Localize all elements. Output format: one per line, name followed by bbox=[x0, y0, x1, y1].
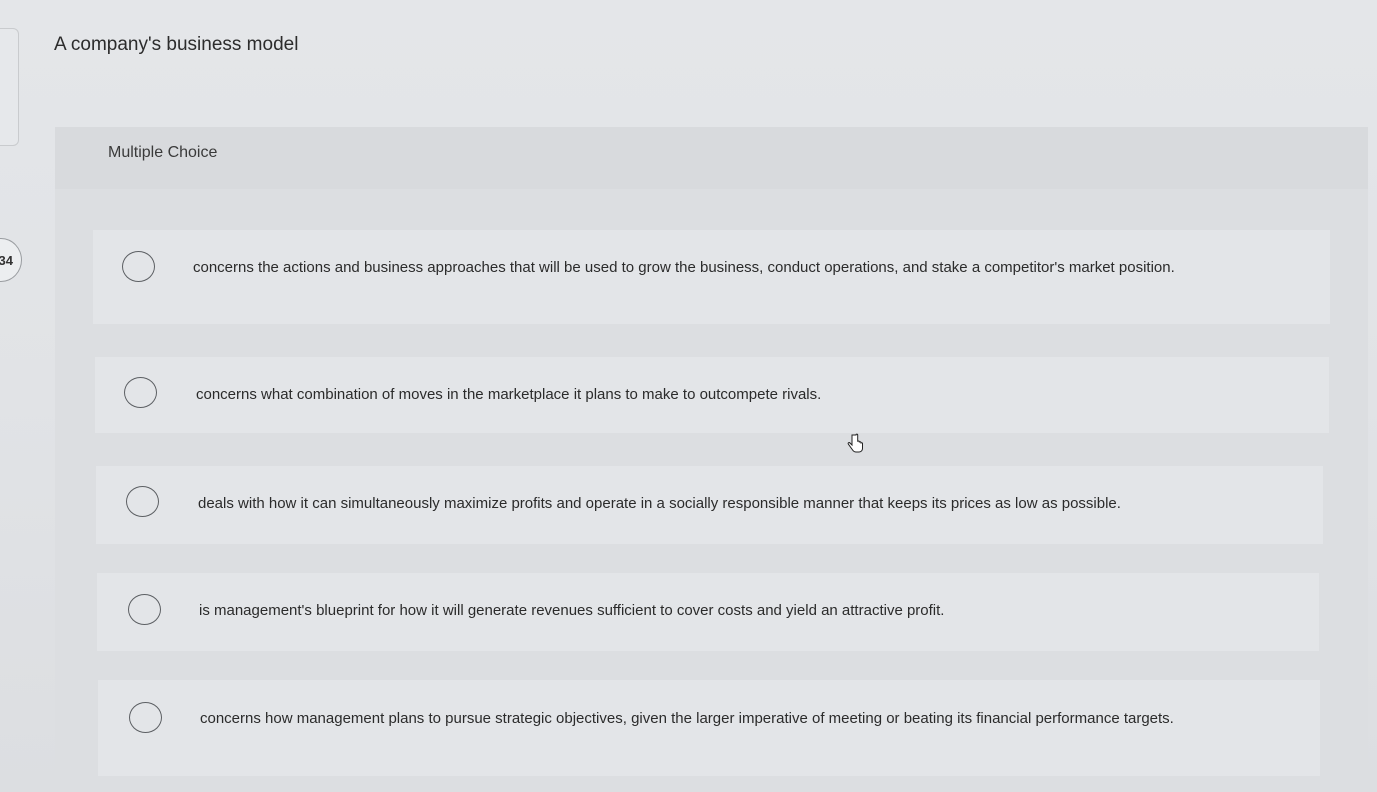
radio-button-icon[interactable] bbox=[122, 251, 155, 282]
question-number: 34 bbox=[0, 253, 13, 268]
answer-option-2[interactable]: concerns what combination of moves in th… bbox=[95, 357, 1329, 433]
answer-option-text: concerns how management plans to pursue … bbox=[200, 710, 1174, 727]
hand-pointer-icon bbox=[847, 433, 863, 453]
radio-button-icon[interactable] bbox=[129, 702, 162, 733]
radio-button-icon[interactable] bbox=[124, 377, 157, 408]
answer-option-text: is management's blueprint for how it wil… bbox=[199, 602, 945, 619]
answer-option-5[interactable]: concerns how management plans to pursue … bbox=[98, 680, 1320, 776]
answer-option-3[interactable]: deals with how it can simultaneously max… bbox=[96, 466, 1323, 544]
question-number-badge: 34 bbox=[0, 238, 22, 282]
radio-button-icon[interactable] bbox=[126, 486, 159, 517]
answer-option-1[interactable]: concerns the actions and business approa… bbox=[93, 230, 1330, 324]
answer-option-text: concerns what combination of moves in th… bbox=[196, 386, 822, 403]
question-type-label: Multiple Choice bbox=[108, 144, 218, 161]
side-navigation-tab[interactable] bbox=[0, 28, 19, 146]
question-prompt: A company's business model bbox=[54, 34, 299, 55]
answer-option-text: deals with how it can simultaneously max… bbox=[198, 495, 1121, 512]
question-type-header: Multiple Choice bbox=[55, 127, 1368, 189]
radio-button-icon[interactable] bbox=[128, 594, 161, 625]
answer-option-4[interactable]: is management's blueprint for how it wil… bbox=[97, 573, 1319, 651]
answer-option-text: concerns the actions and business approa… bbox=[193, 259, 1175, 276]
